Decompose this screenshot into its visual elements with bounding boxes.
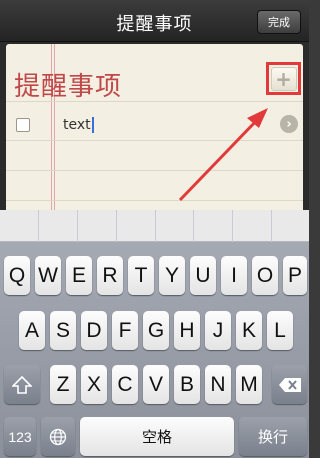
shift-arrow-icon bbox=[12, 375, 32, 394]
key-b[interactable]: B bbox=[174, 365, 200, 404]
key-l[interactable]: L bbox=[267, 311, 293, 350]
key-x[interactable]: X bbox=[81, 365, 107, 404]
key-u[interactable]: U bbox=[190, 256, 216, 295]
onscreen-keyboard: Q W E R T Y U I O P A S D F G H J K L Z … bbox=[0, 210, 309, 458]
candidate-separator bbox=[77, 210, 78, 242]
reminders-screen: 提醒事项 完成 提醒事项 + text › Q W E R T Y U I O … bbox=[0, 0, 309, 458]
key-p[interactable]: P bbox=[283, 256, 307, 295]
candidate-separator bbox=[271, 210, 272, 242]
key-g[interactable]: G bbox=[143, 311, 169, 350]
globe-key[interactable] bbox=[41, 417, 75, 456]
key-o[interactable]: O bbox=[252, 256, 278, 295]
key-f[interactable]: F bbox=[112, 311, 138, 350]
key-m[interactable]: M bbox=[236, 365, 262, 404]
backspace-icon bbox=[278, 377, 301, 392]
shift-key[interactable] bbox=[4, 365, 40, 404]
key-t[interactable]: T bbox=[128, 256, 154, 295]
globe-icon bbox=[49, 428, 67, 445]
candidate-separator bbox=[116, 210, 117, 242]
key-a[interactable]: A bbox=[19, 311, 45, 350]
key-q[interactable]: Q bbox=[4, 256, 30, 295]
key-j[interactable]: J bbox=[205, 311, 231, 350]
return-key[interactable]: 换行 bbox=[239, 417, 307, 456]
key-d[interactable]: D bbox=[81, 311, 107, 350]
numbers-key[interactable]: 123 bbox=[4, 417, 36, 456]
key-c[interactable]: C bbox=[112, 365, 138, 404]
key-z[interactable]: Z bbox=[50, 365, 76, 404]
annotation-arrow-line bbox=[178, 117, 260, 202]
key-n[interactable]: N bbox=[205, 365, 231, 404]
candidate-separator bbox=[38, 210, 39, 242]
key-e[interactable]: E bbox=[66, 256, 92, 295]
key-r[interactable]: R bbox=[97, 256, 123, 295]
key-h[interactable]: H bbox=[174, 311, 200, 350]
key-v[interactable]: V bbox=[143, 365, 169, 404]
candidate-separator bbox=[155, 210, 156, 242]
backspace-key[interactable] bbox=[272, 365, 307, 404]
key-w[interactable]: W bbox=[35, 256, 61, 295]
candidate-separator bbox=[193, 210, 194, 242]
key-i[interactable]: I bbox=[221, 256, 247, 295]
key-s[interactable]: S bbox=[50, 311, 76, 350]
key-k[interactable]: K bbox=[236, 311, 262, 350]
candidate-bar bbox=[0, 210, 309, 242]
key-y[interactable]: Y bbox=[159, 256, 185, 295]
candidate-separator bbox=[232, 210, 233, 242]
space-key[interactable]: 空格 bbox=[80, 417, 234, 456]
